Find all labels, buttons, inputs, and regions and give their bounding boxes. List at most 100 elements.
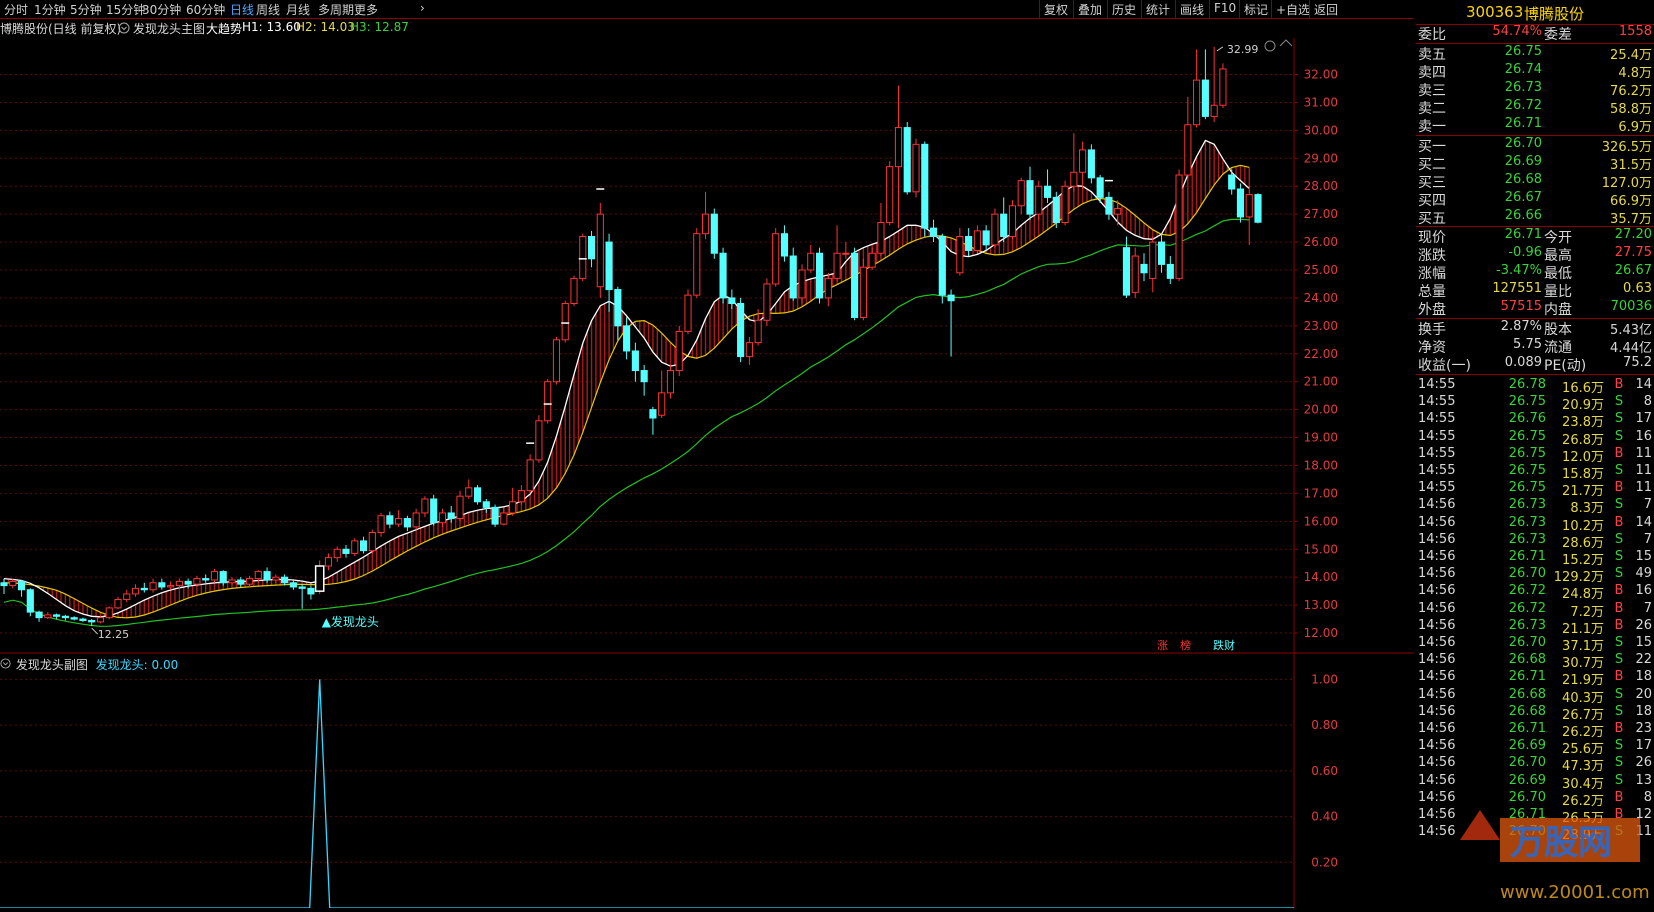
- y-tick-label: 17.00: [1304, 486, 1338, 500]
- period-tab-8[interactable]: 月线: [286, 1, 310, 18]
- tick-time: 14:56: [1418, 669, 1456, 685]
- tick-count: 26: [1635, 755, 1652, 771]
- indicator-menu-icon[interactable]: [118, 20, 132, 34]
- candle-body: [1026, 180, 1034, 215]
- tick-row: 14:56 26.73 10.2万 B 14: [1416, 514, 1654, 534]
- candle-body: [123, 593, 131, 601]
- sub-menu-icon[interactable]: [0, 658, 12, 672]
- y-tick-label: 20.00: [1304, 403, 1338, 417]
- tick-count: 7: [1643, 600, 1652, 616]
- stat-value: 57515: [1500, 299, 1542, 314]
- tick-price: 26.75: [1508, 394, 1546, 410]
- tick-count: 7: [1643, 497, 1652, 513]
- svg-text:www.20001.com: www.20001.com: [1500, 882, 1650, 903]
- tick-time: 14:56: [1418, 583, 1456, 599]
- stat-label: 涨跌: [1418, 248, 1446, 264]
- tick-count: 23: [1635, 721, 1652, 736]
- tick-volume: 24.8万: [1562, 587, 1604, 603]
- candle-body: [1061, 185, 1069, 224]
- candle-body: [1210, 104, 1218, 117]
- period-tab-6[interactable]: 日线: [230, 1, 254, 18]
- stat-value: 0.63: [1623, 281, 1652, 296]
- candle-body: [210, 571, 219, 581]
- candle-body: [754, 319, 762, 344]
- period-tab-7[interactable]: 周线: [256, 1, 280, 18]
- candle-body: [333, 548, 341, 559]
- period-tab-1[interactable]: 1分钟: [34, 1, 66, 18]
- candle-body: [105, 607, 113, 619]
- tick-side: S: [1614, 772, 1624, 788]
- tick-time: 14:56: [1418, 566, 1456, 582]
- tick-time: 14:56: [1418, 652, 1456, 668]
- tick-row: 14:55 26.76 23.8万 S 17: [1416, 411, 1654, 430]
- candle-body: [1105, 196, 1113, 215]
- candle-body: [412, 512, 420, 528]
- tick-volume: 26.2万: [1562, 725, 1604, 740]
- tick-volume: 21.1万: [1562, 621, 1604, 637]
- more-chevron-icon[interactable]: ›: [420, 1, 425, 15]
- candle-body: [368, 532, 376, 552]
- candle-body: [307, 587, 315, 595]
- tick-price: 26.73: [1508, 497, 1546, 513]
- trend-label: 大趋势: [206, 22, 243, 36]
- diecai-badge[interactable]: 跌财: [1213, 638, 1235, 652]
- y-tick-label: 12.00: [1304, 626, 1338, 640]
- stat-label: 最低: [1544, 266, 1572, 282]
- tick-count: 7: [1643, 531, 1652, 547]
- settings-icon[interactable]: [1264, 40, 1276, 52]
- candle-body: [167, 585, 175, 588]
- candle-body: [1114, 208, 1122, 215]
- candle-body: [728, 297, 736, 305]
- tool-button-5[interactable]: F10: [1214, 1, 1236, 15]
- candle-body: [596, 213, 604, 288]
- period-tab-9[interactable]: 多周期: [318, 1, 354, 18]
- tick-volume: 40.3万: [1562, 690, 1604, 706]
- tool-button-1[interactable]: 叠加: [1078, 1, 1102, 18]
- tool-button-6[interactable]: 标记: [1244, 1, 1268, 18]
- sub-indicator-name[interactable]: 发现龙头副图: [16, 658, 88, 672]
- tick-count: 17: [1635, 738, 1652, 754]
- period-tab-4[interactable]: 30分钟: [142, 1, 181, 18]
- zhang-badge[interactable]: 涨: [1157, 639, 1168, 652]
- kline-chart-area[interactable]: 32.00 31.00 30.00 29.00 28.00 27.00 26.00 25.00…: [0, 38, 1414, 909]
- tick-count: 14: [1635, 377, 1652, 392]
- tick-time: 14:55: [1418, 377, 1456, 392]
- chang-badge[interactable]: 榜: [1180, 638, 1191, 652]
- tick-count: 14: [1635, 514, 1652, 530]
- low-annotation: 12.25: [98, 628, 130, 641]
- signal-annotation: ▲发现龙头: [322, 614, 379, 629]
- period-tab-2[interactable]: 5分钟: [70, 1, 102, 18]
- y-tick-label: 23.00: [1304, 319, 1338, 333]
- candle-body: [719, 252, 727, 299]
- candle-body: [1035, 185, 1043, 215]
- tick-volume: 7.2万: [1570, 604, 1604, 620]
- bid-price: 26.67: [1504, 190, 1542, 205]
- period-tab-0[interactable]: 分时: [4, 1, 28, 18]
- tool-button-3[interactable]: 统计: [1146, 1, 1170, 18]
- candle-body: [859, 266, 867, 318]
- period-tab-5[interactable]: 60分钟: [186, 1, 225, 18]
- tick-count: 15: [1635, 635, 1652, 650]
- indicator-name[interactable]: 发现龙头主图: [133, 20, 205, 37]
- candle-body: [61, 615, 69, 619]
- kline-svg[interactable]: 32.00 31.00 30.00 29.00 28.00 27.00 26.00 25.00…: [0, 38, 1414, 909]
- tick-volume: 8.3万: [1570, 501, 1604, 517]
- tool-button-8[interactable]: 返回: [1314, 1, 1338, 18]
- collapse-icon[interactable]: [1279, 39, 1293, 47]
- tool-button-7[interactable]: +自选: [1276, 1, 1310, 18]
- candle-body: [9, 580, 17, 587]
- stat-value: 2.87%: [1500, 319, 1542, 334]
- y-tick-label: 28.00: [1304, 179, 1338, 193]
- candle-body: [552, 339, 561, 383]
- tick-row: 14:56 26.71 15.2万 S 15: [1416, 549, 1654, 568]
- tool-button-0[interactable]: 复权: [1044, 1, 1068, 18]
- tool-button-2[interactable]: 历史: [1112, 1, 1136, 18]
- candle-body: [0, 582, 8, 587]
- candle-body: [1166, 263, 1174, 279]
- period-tab-3[interactable]: 15分钟: [106, 1, 145, 18]
- tool-button-4[interactable]: 画线: [1180, 1, 1204, 18]
- y-tick-label: 29.00: [1304, 151, 1338, 165]
- tick-row: 14:56 26.72 7.2万 B 7: [1416, 600, 1654, 620]
- period-tab-10[interactable]: 更多: [354, 1, 378, 18]
- stat2-row: 换手 2.87% 股本 5.43亿: [1416, 319, 1654, 338]
